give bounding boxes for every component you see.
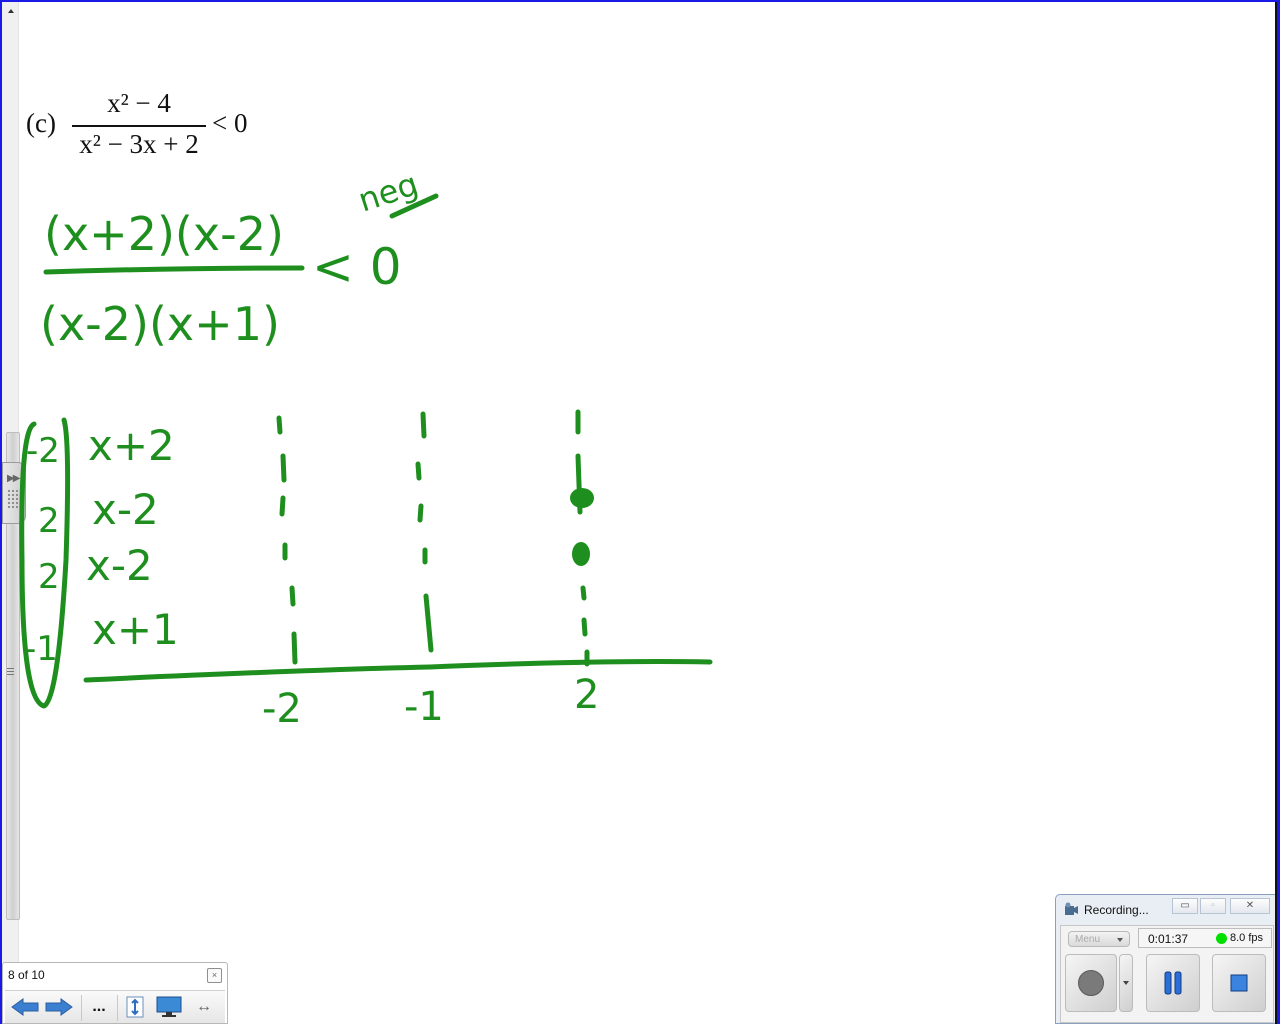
close-navigator-icon[interactable]: × <box>207 968 222 983</box>
recorder-body: Menu 0:01:37 8.0 fps <box>1060 925 1274 1023</box>
pause-icon <box>1164 971 1182 995</box>
factor-row-2: x-2 <box>92 485 159 534</box>
fraction-line <box>43 265 305 275</box>
dashed-line-2 <box>575 409 590 667</box>
next-page-button[interactable] <box>43 994 75 1020</box>
maximize-button[interactable]: ▫ <box>1200 898 1226 914</box>
factor-row-1: x+2 <box>88 421 175 470</box>
closed-dot-x-minus-2-row1 <box>570 488 594 508</box>
navigator-toolbar: ... ↔ <box>5 990 225 1023</box>
fit-page-icon <box>126 996 144 1018</box>
handwriting-layer: (x+2)(x-2) (x-2)(x+1) < 0 neg -2 2 2 -1 … <box>19 165 713 732</box>
fit-page-button[interactable] <box>123 994 147 1020</box>
critical-value-1: -2 <box>26 431 60 471</box>
axis-label-neg2: -2 <box>262 686 302 732</box>
arrow-right-icon <box>45 998 73 1016</box>
dashed-line-neg2 <box>276 415 298 665</box>
close-button[interactable]: ✕ <box>1230 898 1270 914</box>
critical-value-2: 2 <box>38 501 60 541</box>
record-options-dropdown[interactable] <box>1119 954 1133 1012</box>
elapsed-time: 0:01:37 <box>1148 932 1189 946</box>
recording-status: 0:01:37 8.0 fps <box>1138 928 1272 948</box>
factored-numerator: (x+2)(x-2) <box>44 207 284 261</box>
neg-annotation: neg <box>354 165 423 220</box>
caret-down-icon <box>1123 981 1129 985</box>
stop-button[interactable] <box>1212 954 1266 1012</box>
minimize-button[interactable]: ▭ <box>1172 898 1198 914</box>
stop-icon <box>1230 974 1248 992</box>
dashed-line-neg1 <box>415 411 434 653</box>
slide-navigator: 8 of 10 × ... ↔ <box>2 962 228 1024</box>
record-button[interactable] <box>1065 954 1117 1012</box>
factor-row-3: x-2 <box>86 541 153 590</box>
menu-label: Menu <box>1075 934 1101 945</box>
previous-page-button[interactable] <box>9 994 41 1020</box>
fit-width-icon: ↔ <box>196 998 212 1015</box>
pause-button[interactable] <box>1146 954 1200 1012</box>
status-indicator-icon <box>1216 933 1227 944</box>
page-indicator: 8 of 10 <box>8 968 45 982</box>
camera-icon <box>1065 902 1078 915</box>
closed-dot-x-minus-2-row2 <box>572 542 590 566</box>
recorder-title: Recording... <box>1084 903 1149 917</box>
number-line-axis <box>83 659 713 683</box>
axis-label-2: 2 <box>574 672 599 718</box>
window-edge <box>1275 2 1277 1024</box>
recorder-menu-dropdown[interactable]: Menu <box>1068 931 1130 947</box>
factor-row-4: x+1 <box>92 605 179 654</box>
critical-value-4: -1 <box>24 629 58 669</box>
full-screen-button[interactable] <box>155 994 183 1020</box>
fit-width-button[interactable]: ↔ <box>191 994 217 1020</box>
chevron-down-icon <box>1117 938 1123 942</box>
handwritten-relation: < 0 <box>312 238 402 296</box>
frame-rate: 8.0 fps <box>1230 932 1264 944</box>
axis-label-neg1: -1 <box>404 684 444 730</box>
monitor-icon <box>156 996 182 1017</box>
arrow-left-icon <box>11 998 39 1016</box>
factored-denominator: (x-2)(x+1) <box>40 297 280 351</box>
recorder-window: Recording... ▭ ▫ ✕ Menu 0:01:37 8.0 fps <box>1055 894 1279 1024</box>
record-icon <box>1078 970 1104 996</box>
more-options-button[interactable]: ... <box>85 994 113 1020</box>
critical-value-3: 2 <box>38 557 60 597</box>
